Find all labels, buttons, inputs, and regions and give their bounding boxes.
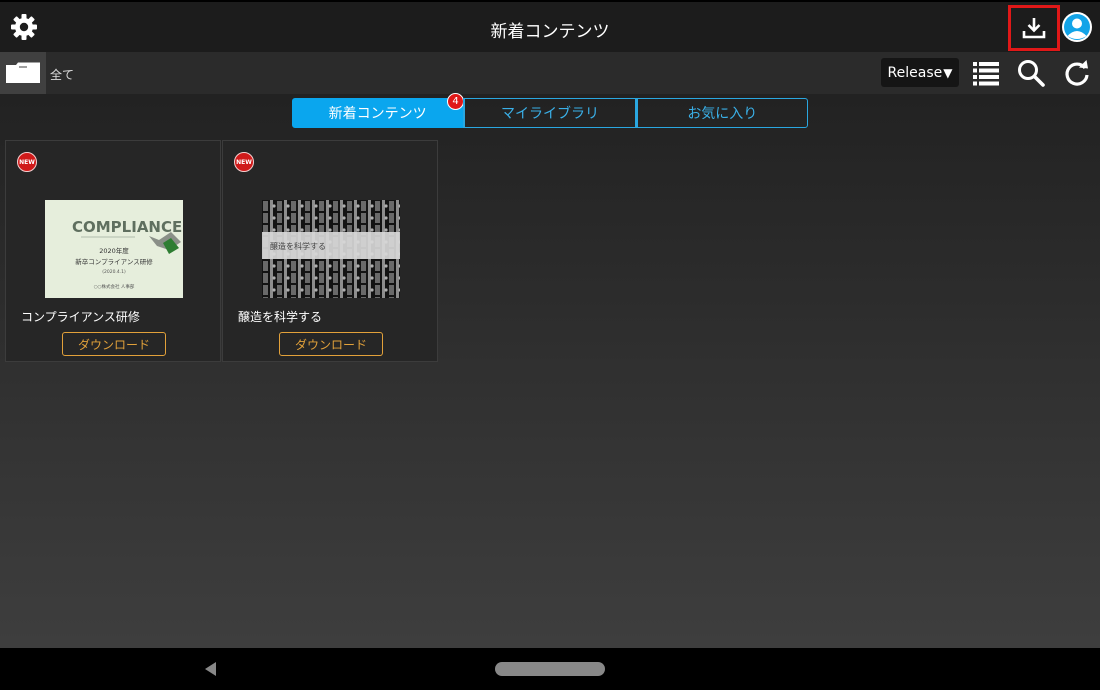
new-badge: NEW (234, 152, 254, 172)
list-view-icon[interactable] (971, 58, 1001, 88)
dropdown-arrow-icon: ▼ (943, 65, 953, 80)
card-title: コンプライアンス研修 (21, 310, 140, 324)
content-thumbnail[interactable]: COMPLIANCE 2020年度 新卒コンプライアンス研修 (2020.4.1… (45, 200, 183, 298)
tab-label: マイライブラリ (500, 106, 599, 122)
tab-favorites[interactable]: お気に入り (635, 98, 808, 128)
folder-icon (6, 62, 40, 83)
sort-label: Release (887, 64, 943, 81)
refresh-icon[interactable] (1062, 58, 1092, 88)
brewery-thumbnail-image: 醸造を科学する (262, 200, 400, 298)
thumb-line2: 新卒コンプライアンス研修 (75, 257, 153, 266)
download-button[interactable] (1008, 5, 1060, 51)
download-icon (1022, 18, 1046, 39)
thumb-footer: ○○株式会社 人事部 (94, 283, 135, 290)
tab-my-library[interactable]: マイライブラリ (463, 98, 636, 128)
content-thumbnail[interactable]: 醸造を科学する (262, 200, 400, 298)
search-icon[interactable] (1016, 58, 1046, 88)
app-header: 新着コンテンツ (0, 0, 1100, 52)
tab-label: 新着コンテンツ (328, 106, 427, 122)
download-button[interactable]: ダウンロード (279, 332, 383, 356)
avatar-person-icon (1064, 14, 1090, 40)
download-button[interactable]: ダウンロード (62, 332, 166, 356)
notification-badge: 4 (447, 93, 464, 110)
tab-label: お気に入り (687, 106, 758, 122)
compliance-thumbnail-image: COMPLIANCE 2020年度 新卒コンプライアンス研修 (2020.4.1… (45, 200, 183, 298)
user-avatar-icon[interactable] (1062, 12, 1092, 42)
back-icon[interactable] (205, 662, 216, 676)
sort-dropdown[interactable]: Release ▼ (881, 58, 959, 87)
content-card[interactable]: NEW 醸造を科学する 醸造を科学する ダウンロード (222, 140, 438, 362)
folder-label: 全て (50, 68, 75, 82)
system-nav-bar (0, 648, 1100, 690)
folder-button[interactable] (0, 52, 46, 94)
thumb-line3: (2020.4.1) (102, 269, 126, 275)
thumb-heading: COMPLIANCE (72, 218, 182, 236)
content-card[interactable]: NEW COMPLIANCE 2020年度 新卒コンプライアンス研修 (2020… (5, 140, 221, 362)
new-badge: NEW (17, 152, 37, 172)
content-area: 新着コンテンツ 4 マイライブラリ お気に入り NEW COMPLIANCE 2… (0, 93, 1100, 648)
home-handle[interactable] (495, 662, 605, 676)
thumb-line1: 2020年度 (99, 246, 129, 255)
toolbar: 全て Release ▼ (0, 52, 1100, 94)
page-title: 新着コンテンツ (490, 22, 610, 42)
tab-new-content[interactable]: 新着コンテンツ 4 (292, 93, 464, 128)
thumb-caption: 醸造を科学する (270, 241, 326, 251)
tab-bar: 新着コンテンツ 4 マイライブラリ お気に入り (292, 93, 808, 128)
card-title: 醸造を科学する (238, 310, 323, 324)
